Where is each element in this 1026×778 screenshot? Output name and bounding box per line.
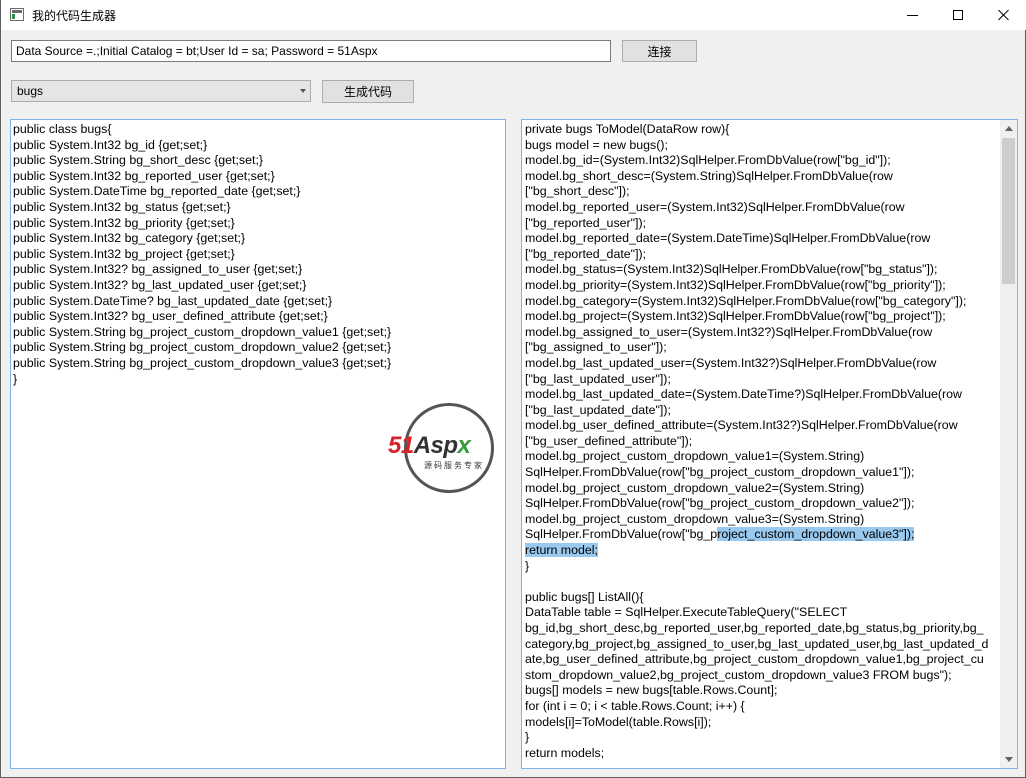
method-code-line: model.bg_project=(System.Int32)SqlHelper… [525,309,946,324]
method-code-line: model.bg_reported_date=(System.DateTime)… [525,231,931,246]
connect-button[interactable]: 连接 [622,40,697,62]
class-code-line: public System.String bg_project_custom_d… [13,324,392,339]
scrollbar-thumb[interactable] [1002,138,1015,284]
method-code-line: model.bg_status=(System.Int32)SqlHelper.… [525,262,938,277]
method-code-line: stom_dropdown_value2,bg_project_custom_d… [525,667,952,682]
scroll-down-button[interactable] [1000,751,1017,768]
class-code-line: public System.Int32? bg_assigned_to_user… [13,262,303,277]
method-code-line: ["bg_reported_date"]); [525,246,647,261]
class-code-textarea[interactable]: public class bugs{public System.Int32 bg… [10,119,506,769]
method-code-content: private bugs ToModel(DataRow row){bugs m… [525,122,999,761]
maximize-icon [953,10,963,20]
table-select-value: bugs [17,84,44,98]
chevron-down-icon [300,89,306,93]
method-code-line: model.bg_project_custom_dropdown_value2=… [525,480,865,495]
method-code-line: model.bg_last_updated_date=(System.DateT… [525,387,962,402]
class-code-line: public System.String bg_project_custom_d… [13,340,392,355]
class-code-line: public System.String bg_short_desc {get;… [13,153,264,168]
title-bar: 我的代码生成器 [1,0,1026,30]
method-code-textarea[interactable]: private bugs ToModel(DataRow row){bugs m… [521,119,1018,769]
connection-string-input[interactable]: Data Source =.;Initial Catalog = bt;User… [11,40,611,62]
method-code-line: model.bg_reported_user=(System.Int32)Sql… [525,199,905,214]
minimize-button[interactable] [889,0,935,30]
class-code-content: public class bugs{public System.Int32 bg… [13,122,503,387]
app-window: 我的代码生成器 Data Source =.;Initial Catalog =… [0,0,1026,778]
method-code-line: ["bg_reported_user"]); [525,215,647,230]
class-code-line: } [13,371,18,386]
method-code-line: model.bg_category=(System.Int32)SqlHelpe… [525,293,967,308]
class-code-line: public System.Int32 bg_category {get;set… [13,231,246,246]
method-code-line: for (int i = 0; i < table.Rows.Count; i+… [525,698,745,713]
method-code-line: model.bg_project_custom_dropdown_value3=… [525,511,865,526]
method-code-line: ["bg_user_defined_attribute"]); [525,433,693,448]
method-code-line: category,bg_project,bg_assigned_to_user,… [525,636,989,651]
class-code-line: public System.Int32 bg_reported_user {ge… [13,168,275,183]
method-code-line: models[i]=ToModel(table.Rows[i]); [525,714,712,729]
arrow-down-icon [1004,757,1013,762]
class-code-line: public System.Int32 bg_status {get;set;} [13,199,231,214]
class-code-line: public System.Int32 bg_project {get;set;… [13,246,235,261]
class-code-line: public System.Int32 bg_id {get;set;} [13,137,208,152]
class-code-line: public System.Int32? bg_last_updated_use… [13,277,307,292]
method-code-line: model.bg_user_defined_attribute=(System.… [525,418,958,433]
vertical-scrollbar[interactable] [1000,120,1017,768]
method-code-line: bugs[] models = new bugs[table.Rows.Coun… [525,683,778,698]
method-code-line: SqlHelper.FromDbValue(row["bg_project_cu… [525,527,915,542]
generate-code-button[interactable]: 生成代码 [322,80,414,103]
method-code-line: model.bg_project_custom_dropdown_value1=… [525,449,865,464]
method-code-line: model.bg_last_updated_user=(System.Int32… [525,355,937,370]
method-code-line: model.bg_assigned_to_user=(System.Int32?… [525,324,933,339]
class-code-line: public System.Int32 bg_priority {get;set… [13,215,235,230]
method-code-line: SqlHelper.FromDbValue(row["bg_project_cu… [525,496,915,511]
window-title: 我的代码生成器 [32,9,117,23]
method-code-line: ate,bg_user_defined_attribute,bg_project… [525,652,984,667]
class-code-line: public System.DateTime? bg_last_updated_… [13,293,333,308]
arrow-up-icon [1004,126,1013,131]
scroll-up-button[interactable] [1000,120,1017,137]
class-code-line: public class bugs{ [13,122,112,136]
method-code-line [525,574,999,590]
method-code-line: ["bg_assigned_to_user"]); [525,340,667,355]
method-code-line: return model; [525,543,599,558]
class-code-line: public System.DateTime bg_reported_date … [13,184,301,199]
method-code-line: } [525,558,530,573]
method-code-line: model.bg_priority=(System.Int32)SqlHelpe… [525,277,946,292]
class-code-line: public System.Int32? bg_user_defined_att… [13,309,328,324]
method-code-line: model.bg_id=(System.Int32)SqlHelper.From… [525,153,891,168]
app-icon [10,8,24,21]
method-code-line: public bugs[] ListAll(){ [525,589,644,604]
minimize-icon [906,14,918,16]
table-select[interactable]: bugs [11,80,311,102]
class-code-line: public System.String bg_project_custom_d… [13,355,392,370]
method-code-line: } [525,730,530,745]
method-code-line: ["bg_short_desc"]); [525,184,630,199]
method-code-line: SqlHelper.FromDbValue(row["bg_project_cu… [525,465,915,480]
method-code-line: return models; [525,745,605,760]
method-code-line: bg_id,bg_short_desc,bg_reported_user,bg_… [525,621,984,635]
method-code-line: model.bg_short_desc=(System.String)SqlHe… [525,168,893,183]
close-icon [998,9,1010,21]
method-code-line: DataTable table = SqlHelper.ExecuteTable… [525,605,848,620]
method-code-line: ["bg_last_updated_user"]); [525,371,671,386]
method-code-line: private bugs ToModel(DataRow row){ [525,122,730,136]
close-button[interactable] [981,0,1026,30]
maximize-button[interactable] [935,0,981,30]
method-code-line: bugs model = new bugs(); [525,137,668,152]
method-code-line: ["bg_last_updated_date"]); [525,402,671,417]
